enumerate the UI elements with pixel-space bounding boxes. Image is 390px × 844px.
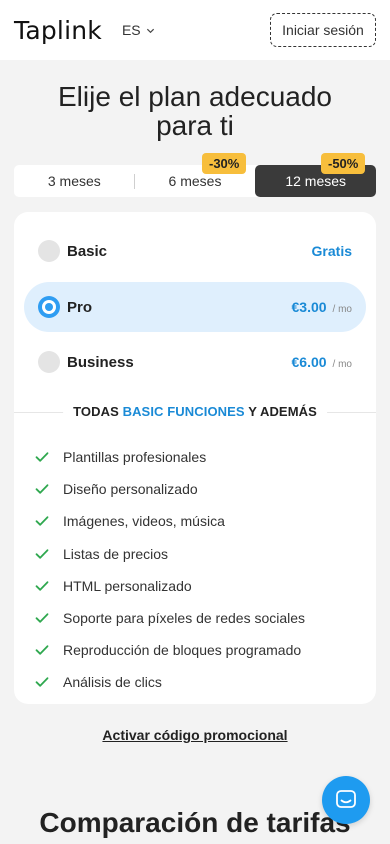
plan-price: €3.00 / mo <box>292 299 353 315</box>
price-unit: / mo <box>332 304 352 315</box>
features-heading: TODAS BASIC FUNCIONES Y ADEMÁS <box>63 404 327 419</box>
radio-button-selected[interactable] <box>38 296 60 318</box>
discount-badge-30: -30% <box>202 153 247 174</box>
feature-label: Listas de precios <box>63 545 169 562</box>
chat-icon <box>336 790 356 808</box>
chevron-down-icon <box>146 28 154 33</box>
feature-label: Reproducción de bloques programado <box>63 642 302 659</box>
top-bar: Taplink ES Iniciar sesión <box>0 0 390 60</box>
price-unit: / mo <box>332 359 352 370</box>
features-heading-highlight: BASIC FUNCIONES <box>122 404 245 419</box>
radio-button[interactable] <box>38 240 60 262</box>
feature-label: Soporte para píxeles de redes sociales <box>63 610 306 627</box>
feature-label: Imágenes, videos, música <box>63 513 225 530</box>
price-value: Gratis <box>311 243 352 259</box>
language-label: ES <box>121 22 141 38</box>
feature-item: Soporte para píxeles de redes sociales <box>35 602 305 634</box>
feature-label: HTML personalizado <box>63 577 192 594</box>
check-icon <box>35 677 49 688</box>
check-icon <box>35 516 49 527</box>
feature-item: Análisis de clics <box>35 666 305 698</box>
feature-item: Diseño personalizado <box>35 473 305 505</box>
plan-option-basic[interactable]: Basic Gratis <box>24 226 366 276</box>
plan-name: Basic <box>67 242 108 260</box>
check-icon <box>35 613 49 623</box>
check-icon <box>35 548 49 559</box>
feature-label: Plantillas profesionales <box>63 449 207 466</box>
plan-name: Business <box>67 353 134 371</box>
feature-list: Plantillas profesionales Diseño personal… <box>35 441 305 699</box>
login-button[interactable]: Iniciar sesión <box>270 13 376 47</box>
check-icon <box>35 484 49 494</box>
discount-badge-50: -50% <box>321 153 366 174</box>
price-value: €3.00 <box>291 299 327 315</box>
features-heading-suffix: Y ADEMÁS <box>248 404 317 419</box>
plan-option-pro[interactable]: Pro €3.00 / mo <box>24 282 366 332</box>
plan-price: Gratis <box>312 243 352 259</box>
feature-item: Listas de precios <box>35 538 305 570</box>
feature-item: Reproducción de bloques programado <box>35 634 305 666</box>
tab-3-months[interactable]: 3 meses <box>14 165 135 197</box>
promo-code-link[interactable]: Activar código promocional <box>0 727 390 743</box>
check-icon <box>35 452 49 462</box>
features-heading-prefix: TODAS <box>73 404 119 419</box>
plan-price: €6.00 / mo <box>292 354 353 370</box>
language-selector[interactable]: ES <box>122 22 155 38</box>
feature-item: Imágenes, videos, música <box>35 505 305 537</box>
plan-option-business[interactable]: Business €6.00 / mo <box>24 337 366 387</box>
feature-item: HTML personalizado <box>35 570 305 602</box>
feature-item: Plantillas profesionales <box>35 441 305 473</box>
price-value: €6.00 <box>291 354 327 370</box>
chat-button[interactable] <box>322 776 370 824</box>
check-icon <box>35 581 49 591</box>
page-title: Elije el plan adecuado para ti <box>58 81 332 141</box>
plan-name: Pro <box>67 298 93 316</box>
taplink-logo[interactable]: Taplink <box>14 16 102 45</box>
check-icon <box>35 645 49 655</box>
radio-button[interactable] <box>38 351 60 373</box>
plans-card: Basic Gratis Pro €3.00 / mo Business €6.… <box>14 212 376 704</box>
feature-label: Diseño personalizado <box>63 481 198 498</box>
feature-label: Análisis de clics <box>63 674 162 691</box>
